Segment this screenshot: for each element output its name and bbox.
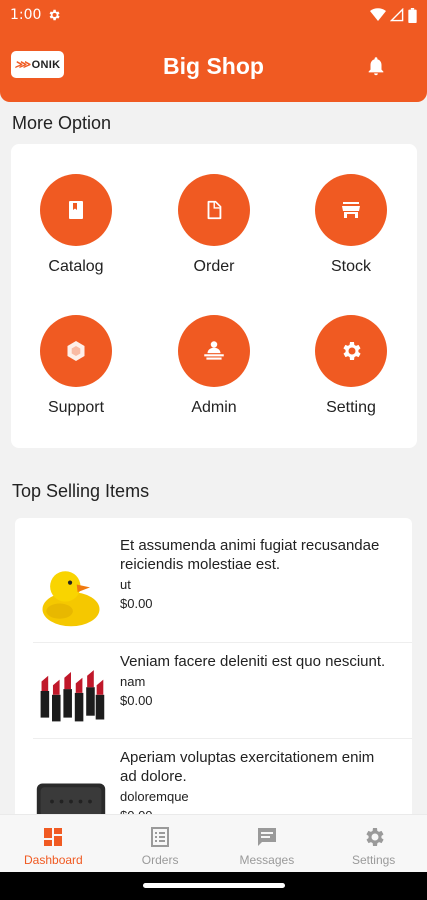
nav-dashboard[interactable]: Dashboard bbox=[0, 815, 107, 872]
divider bbox=[33, 642, 412, 643]
status-bar: 1:00 bbox=[0, 0, 427, 30]
signal-icon bbox=[390, 8, 404, 22]
nav-label: Dashboard bbox=[24, 853, 83, 867]
logo: ⋙ ONIK bbox=[11, 51, 64, 78]
store-icon bbox=[342, 202, 360, 218]
more-option-title: More Option bbox=[12, 113, 112, 133]
gear-icon bbox=[343, 342, 361, 360]
option-label: Setting bbox=[326, 399, 376, 416]
catalog-icon bbox=[69, 201, 83, 219]
wifi-icon bbox=[370, 8, 386, 21]
item-category: nam bbox=[120, 674, 146, 689]
app-title: Big Shop bbox=[163, 52, 264, 79]
item-category: ut bbox=[120, 577, 131, 592]
options-card: Catalog Order Stock Support Admin Settin… bbox=[11, 144, 417, 448]
settings-status-icon bbox=[50, 9, 61, 21]
orders-icon bbox=[151, 827, 170, 847]
gear-icon bbox=[366, 828, 384, 846]
logo-text: ONIK bbox=[31, 58, 61, 71]
nav-label: Settings bbox=[351, 853, 396, 867]
document-icon bbox=[207, 200, 222, 220]
battery-icon bbox=[408, 7, 417, 23]
option-label: Admin bbox=[191, 399, 237, 416]
lipsticks-image bbox=[33, 653, 109, 729]
option-label: Catalog bbox=[48, 258, 104, 275]
system-nav-bar bbox=[0, 872, 427, 900]
item-price: $0.00 bbox=[120, 693, 153, 708]
option-setting[interactable]: Setting bbox=[291, 315, 411, 417]
option-support[interactable]: Support bbox=[16, 315, 136, 417]
admin-icon bbox=[204, 341, 224, 360]
nav-orders[interactable]: Orders bbox=[107, 815, 214, 872]
nav-settings[interactable]: Settings bbox=[320, 815, 427, 872]
dashboard-icon bbox=[44, 828, 63, 846]
option-catalog[interactable]: Catalog bbox=[16, 174, 136, 276]
messages-icon bbox=[257, 828, 276, 846]
top-selling-title: Top Selling Items bbox=[12, 481, 150, 501]
nav-label: Orders bbox=[141, 853, 179, 867]
status-time: 1:00 bbox=[10, 7, 42, 23]
item-name: Et assumenda animi fugiat recusandae rei… bbox=[120, 537, 380, 573]
nav-messages[interactable]: Messages bbox=[214, 815, 321, 872]
option-label: Order bbox=[193, 258, 235, 275]
option-stock[interactable]: Stock bbox=[291, 174, 411, 276]
bottom-nav: Dashboard Orders Messages Settings bbox=[0, 814, 427, 872]
rubber-duck-image bbox=[42, 571, 100, 627]
option-label: Support bbox=[47, 399, 105, 416]
item-category: doloremque bbox=[120, 789, 189, 804]
home-handle[interactable] bbox=[143, 883, 285, 888]
divider bbox=[33, 738, 412, 739]
item-name: Veniam facere deleniti est quo nesciunt. bbox=[120, 653, 386, 670]
nav-label: Messages bbox=[239, 853, 295, 867]
top-selling-list: Et assumenda animi fugiat recusandae rei… bbox=[15, 518, 412, 828]
item-price: $0.00 bbox=[120, 596, 153, 611]
option-order[interactable]: Order bbox=[154, 174, 274, 276]
item-name: Aperiam voluptas exercitationem enim ad … bbox=[120, 749, 375, 785]
app-bar: ⋙ ONIK Big Shop bbox=[0, 30, 427, 102]
option-admin[interactable]: Admin bbox=[154, 315, 274, 417]
bell-icon[interactable] bbox=[365, 54, 387, 78]
option-label: Stock bbox=[330, 258, 371, 275]
support-icon bbox=[67, 341, 85, 361]
